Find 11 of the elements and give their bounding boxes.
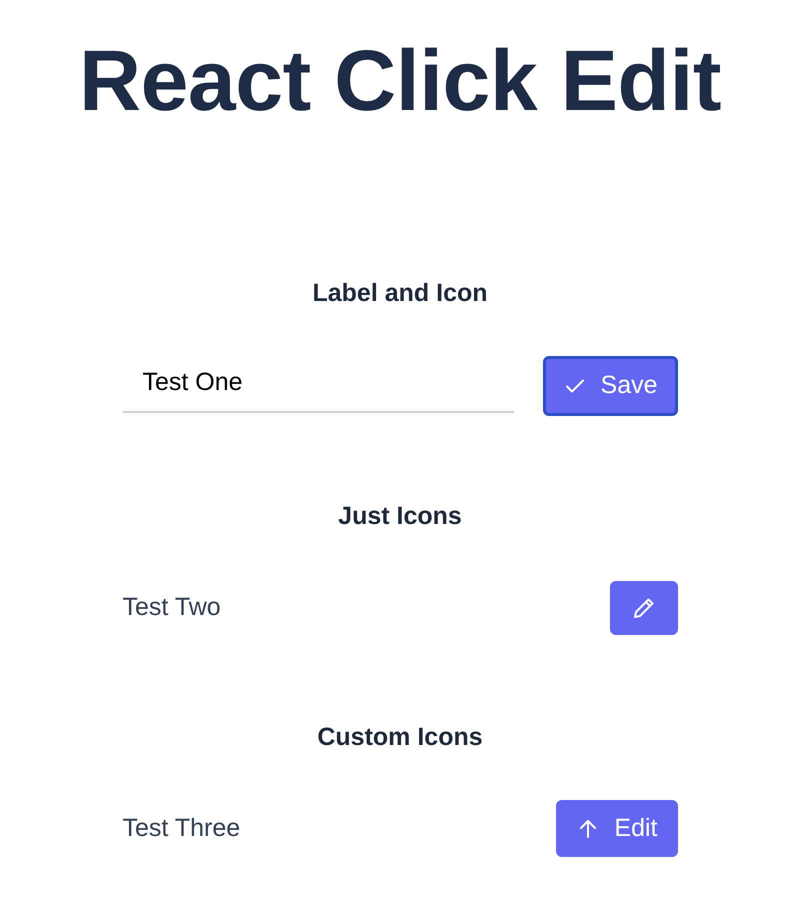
edit-button[interactable]: Edit <box>556 800 678 858</box>
page-title: React Click Edit <box>79 34 721 129</box>
value-text: Test Three <box>122 814 240 844</box>
section-heading: Just Icons <box>338 502 462 531</box>
input-field[interactable]: Test One <box>122 358 514 414</box>
save-button[interactable]: Save <box>542 356 678 416</box>
value-text: Test Two <box>122 593 221 622</box>
section-heading: Custom Icons <box>317 722 483 752</box>
pencil-icon <box>632 596 656 620</box>
edit-button[interactable] <box>610 580 678 635</box>
section-heading: Label and Icon <box>312 278 488 308</box>
